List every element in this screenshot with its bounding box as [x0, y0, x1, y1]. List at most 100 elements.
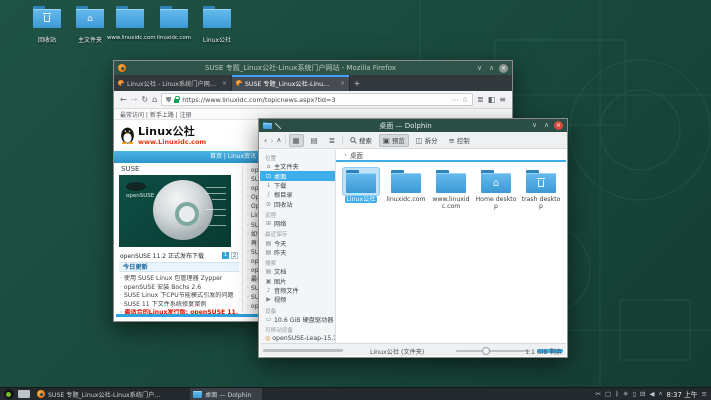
firefox-titlebar[interactable]: SUSE 专题_Linux公社-Linux系统门户网站 - Mozilla Fi… [114, 61, 512, 75]
close-button[interactable]: × [499, 64, 508, 73]
dolphin-titlebar[interactable]: 桌面 — Dolphin ∨ ∧ × [259, 119, 567, 132]
bookmarks-items[interactable]: 最常访问 | 新手上路 | 注册 [120, 110, 192, 119]
home-icon[interactable]: ⌂ [152, 95, 157, 104]
library-icon[interactable]: ≣ [477, 95, 484, 104]
opensuse-cd-image[interactable]: openSUSE [119, 175, 231, 247]
tab-close-icon[interactable]: × [222, 80, 227, 87]
back-icon[interactable]: ← [120, 95, 127, 104]
places-item-trash[interactable]: ⊘回收站 [260, 200, 335, 209]
new-tab-button[interactable]: + [350, 75, 364, 91]
places-item-videos[interactable]: ▶视频 [260, 295, 335, 304]
desktop-icon-linux-gongshe[interactable]: Linux公社 [194, 6, 240, 44]
taskbar-item-dolphin[interactable]: 桌面 — Dolphin [190, 388, 262, 400]
pin-icon[interactable] [275, 123, 281, 129]
taskbar-item-firefox[interactable]: SUSE 专题_Linux公社-Linux系统门户… [34, 388, 186, 400]
hamburger-menu-icon[interactable]: ≡ [499, 95, 506, 104]
site-logo[interactable]: Linux公社 www.Linuxidc.com [120, 123, 206, 146]
places-item-home[interactable]: ⌂主文件夹 [260, 162, 335, 171]
desktop-icon-linuxidc[interactable]: linuxidc.com [151, 6, 197, 41]
places-scrollbar[interactable] [263, 349, 343, 352]
tab-close-icon[interactable]: × [340, 80, 345, 87]
sidebar-toggle-icon[interactable]: ◧ [488, 95, 496, 104]
application-launcher-icon[interactable] [4, 389, 14, 399]
file-label: linuxidc.com [385, 196, 426, 203]
dvd-icon: ◎ [265, 335, 270, 342]
minimize-button[interactable]: ∨ [475, 64, 484, 73]
desktop-icon-www-linuxidc[interactable]: www.linuxidc.com [107, 6, 153, 41]
places-item-today[interactable]: ▤今天 [260, 238, 335, 247]
places-header-removable: 可移动设备 [260, 324, 335, 334]
trash-emblem-icon [538, 180, 544, 187]
places-item-yesterday[interactable]: ▤昨天 [260, 248, 335, 257]
maximize-button[interactable]: ∧ [487, 64, 496, 73]
places-item-dvd[interactable]: ◎openSUSE-Leap-15.1-DVD [260, 334, 335, 343]
breadcrumb[interactable]: › 桌面 [336, 150, 566, 162]
pagination-1[interactable]: 1 [222, 252, 229, 259]
tray-expand-icon[interactable]: ∧ [658, 388, 662, 400]
places-panel: 位置 ⌂主文件夹 ⊡桌面 ↓下载 /根目录 ⊘回收站 远程 ⊞网络 最近保存 ▤… [260, 150, 336, 343]
preview-icon: ▣ [383, 136, 390, 145]
breadcrumb-folder[interactable]: 桌面 [350, 150, 363, 160]
places-item-documents[interactable]: ▤文档 [260, 267, 335, 276]
file-item-linux-gongshe[interactable]: Linux公社 [339, 168, 383, 210]
zoom-slider-handle[interactable] [482, 347, 490, 355]
virtual-desktop-pager[interactable] [18, 390, 30, 398]
search-button[interactable]: 搜索 [346, 134, 376, 147]
klipper-icon[interactable]: ✂ [595, 388, 600, 400]
notifier-icon[interactable]: ✳ [623, 388, 628, 400]
pagination-2[interactable]: 2 [231, 252, 238, 259]
places-item-audio[interactable]: ♪音频文件 [260, 286, 335, 295]
details-view-button[interactable]: ≣ [325, 134, 339, 147]
desktop-icon-trash[interactable]: 回收站 [24, 6, 70, 44]
folder-icon [203, 6, 231, 28]
display-icon[interactable]: ⊟ [640, 388, 645, 400]
forward-icon[interactable]: › [270, 134, 273, 147]
places-item-downloads[interactable]: ↓下载 [260, 181, 335, 190]
close-button[interactable]: × [554, 121, 563, 130]
clipboard-icon[interactable]: ▢ [605, 388, 611, 400]
article-link[interactable]: SUSE Linux 下CPU节能模式引发的问题 [120, 292, 242, 301]
folder-icon: ⌂ [481, 170, 511, 193]
file-item-trash-desktop[interactable]: trash desktop [519, 168, 563, 210]
reload-icon[interactable]: ↻ [141, 95, 148, 104]
volume-icon[interactable]: ◀ [649, 388, 654, 400]
tab-suse-topic[interactable]: SUSE 专题_Linux公社-Linu… × [232, 75, 350, 91]
places-item-images[interactable]: ▣图片 [260, 277, 335, 286]
file-item-www-linuxidc[interactable]: www.linuxidc.com [429, 168, 473, 210]
url-bar[interactable]: https://www.linuxidc.com/topicnews.aspx?… [161, 93, 473, 106]
url-text[interactable]: https://www.linuxidc.com/topicnews.aspx?… [182, 96, 449, 104]
split-button[interactable]: ◫拆分 [412, 134, 442, 147]
compact-view-button[interactable]: ▤ [307, 134, 322, 147]
places-item-desktop[interactable]: ⊡桌面 [260, 171, 335, 180]
up-icon[interactable]: ∧ [276, 134, 281, 147]
back-icon[interactable]: ‹ [264, 134, 267, 147]
tab-favicon [118, 80, 124, 86]
file-item-linuxidc[interactable]: linuxidc.com [384, 168, 428, 210]
article-link[interactable]: 使用 SUSE Linux 包管理器 Zypper [120, 275, 242, 284]
desktop-icon-label: www.linuxidc.com [107, 35, 153, 41]
control-button[interactable]: ≡控制 [445, 134, 474, 147]
minimize-button[interactable]: ∨ [530, 121, 539, 130]
battery-icon[interactable]: ▯ [632, 388, 636, 400]
icons-view-button[interactable]: ▦ [289, 134, 304, 147]
bookmark-star-icon[interactable]: ☆ [462, 96, 468, 104]
article-link[interactable]: openSUSE 安装 Bochs 2.6 [120, 284, 242, 293]
folder-icon [526, 170, 556, 193]
clock[interactable]: 8:37 上午 [667, 389, 698, 399]
places-item-network[interactable]: ⊞网络 [260, 219, 335, 228]
forward-icon[interactable]: → [131, 95, 138, 104]
download-icon: ↓ [265, 182, 272, 189]
article-link[interactable]: SUSE 11 下文件系统修复案例 [120, 301, 242, 310]
zoom-slider[interactable] [456, 350, 530, 352]
task-label: SUSE 专题_Linux公社-Linux系统门户… [48, 390, 161, 399]
maximize-button[interactable]: ∧ [542, 121, 551, 130]
file-item-home-desktop[interactable]: ⌂ Home desktop [474, 168, 518, 210]
preview-button[interactable]: ▣预览 [379, 134, 409, 147]
page-actions-icon[interactable]: ⋯ [452, 96, 459, 104]
panel-settings-icon[interactable]: ≡ [702, 388, 707, 400]
cd-caption-link[interactable]: openSUSE 11.2 正式发布下载 [120, 251, 220, 260]
bluetooth-icon[interactable]: ᛒ [615, 388, 619, 400]
places-item-harddrive[interactable]: ▭10.6 GiB 硬盘驱动器 [260, 315, 335, 324]
tab-linux-gongshe[interactable]: Linux公社 - Linux系统门户网… × [114, 75, 232, 91]
places-item-root[interactable]: /根目录 [260, 190, 335, 199]
